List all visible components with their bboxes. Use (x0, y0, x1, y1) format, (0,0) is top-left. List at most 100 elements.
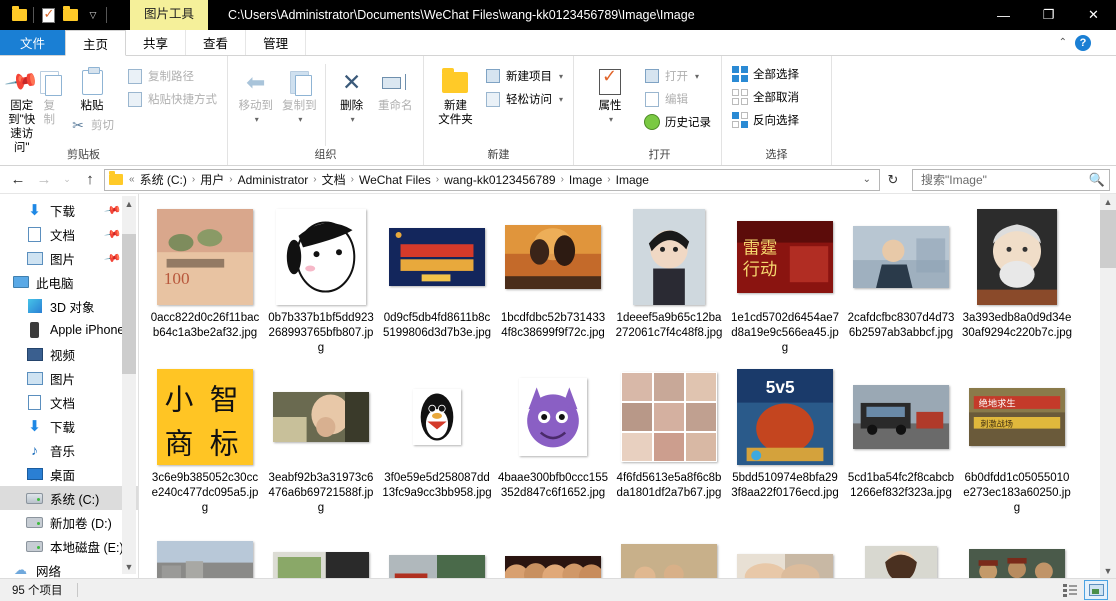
breadcrumb-item-5[interactable]: wang-kk0123456789 (441, 173, 558, 187)
sidebar-item-7[interactable]: 图片 (0, 366, 138, 390)
file-item[interactable]: 0d9cf5db4fd8611b8c5199806d3d7b3e.jpg (379, 204, 495, 364)
file-item[interactable]: 5v5 5bdd510974e8bfa293f8aa22f0176ecd.jpg (727, 364, 843, 524)
select-none-button[interactable]: 全部取消 (728, 87, 803, 107)
help-icon[interactable]: ? (1075, 34, 1091, 51)
qat-properties-icon[interactable] (37, 4, 59, 26)
paste-shortcut-button[interactable]: 粘贴快捷方式 (123, 89, 221, 109)
up-button[interactable]: ↑ (78, 168, 102, 192)
file-scroll-thumb[interactable] (1100, 210, 1116, 268)
breadcrumb-item-7[interactable]: Image (613, 173, 652, 187)
file-scroll-up-icon[interactable]: ▲ (1100, 194, 1116, 210)
maximize-button[interactable]: ❐ (1026, 0, 1071, 30)
file-item[interactable]: 4baae300bfb0ccc155352d847c6f1652.jpg (495, 364, 611, 524)
sidebar-item-15[interactable]: ☁ 网络 (0, 558, 138, 579)
breadcrumb-item-3[interactable]: 文档 (319, 171, 349, 188)
file-scroll-down-icon[interactable]: ▼ (1100, 563, 1116, 579)
pin-to-quick-access-button[interactable]: 📌 固定到"快速访问" (4, 60, 41, 155)
breadcrumb-sep-3[interactable]: › (349, 174, 356, 185)
search-input[interactable] (921, 172, 1089, 187)
file-item[interactable]: 2cafdcfbc8307d4d736b2597ab3abbcf.jpg (843, 204, 959, 364)
file-item[interactable]: 3f0e59e5d258087dd13fc9a9cc3bb958.jpg (379, 364, 495, 524)
breadcrumb-item-6[interactable]: Image (566, 173, 605, 187)
collapse-ribbon-icon[interactable]: ⌃ (1059, 37, 1067, 48)
file-item[interactable] (727, 524, 843, 579)
file-item[interactable] (959, 524, 1075, 579)
rename-button[interactable]: 重命名 (373, 60, 417, 113)
invert-selection-button[interactable]: 反向选择 (728, 110, 803, 130)
file-item[interactable] (379, 524, 495, 579)
tab-manage[interactable]: 管理 (246, 30, 307, 55)
search-icon[interactable]: 🔍 (1089, 172, 1105, 188)
file-item[interactable]: 0b7b337b1bf5dd923268993765bfb807.jpg (263, 204, 379, 364)
tab-file[interactable]: 文件 (0, 30, 66, 55)
sidebar-item-3[interactable]: 此电脑 (0, 270, 138, 294)
sidebar-scroll-down-icon[interactable]: ▼ (122, 559, 136, 574)
file-item[interactable] (843, 524, 959, 579)
sidebar-item-10[interactable]: ♪ 音乐 (0, 438, 138, 462)
pin-icon[interactable]: 📌 (104, 201, 123, 220)
file-list-scrollbar[interactable]: ▲ ▼ (1100, 194, 1116, 579)
close-button[interactable]: ✕ (1071, 0, 1116, 30)
qat-folder-icon[interactable] (8, 4, 30, 26)
move-to-button[interactable]: ⬅ 移动到 ▾ (234, 60, 278, 127)
file-item[interactable] (495, 524, 611, 579)
minimize-button[interactable]: — (981, 0, 1026, 30)
sidebar-item-6[interactable]: 视频 (0, 342, 138, 366)
copy-to-caret-icon[interactable]: ▾ (298, 113, 302, 127)
file-list-pane[interactable]: 100 0acc822d0c26f11bacb64c1a3be2af32.jpg 0… (138, 194, 1116, 579)
file-item[interactable]: 1deeef5a9b65c12ba272061c7f4c48f8.jpg (611, 204, 727, 364)
forward-button[interactable]: → (32, 168, 56, 192)
select-all-button[interactable]: 全部选择 (728, 64, 803, 84)
pin-icon[interactable]: 📌 (104, 249, 123, 268)
easy-access-caret-icon[interactable]: ▾ (559, 95, 563, 104)
copy-button[interactable]: 复制 (37, 60, 62, 127)
breadcrumb-sep-0[interactable]: › (190, 174, 197, 185)
qat-customize-chevron-icon[interactable]: ▽ (81, 4, 103, 26)
breadcrumb-item-4[interactable]: WeChat Files (356, 173, 434, 187)
sidebar-item-13[interactable]: 新加卷 (D:) (0, 510, 138, 534)
breadcrumb-item-0[interactable]: 系统 (C:) (137, 171, 190, 188)
sidebar-item-2[interactable]: 图片 📌 (0, 246, 138, 270)
paste-button[interactable]: 粘贴 (61, 60, 123, 115)
sidebar-scroll-thumb[interactable] (122, 234, 136, 374)
file-item[interactable] (147, 524, 263, 579)
properties-caret-icon[interactable]: ▾ (609, 113, 613, 127)
back-button[interactable]: ← (6, 168, 30, 192)
copy-to-button[interactable]: 复制到 ▾ (278, 60, 322, 127)
recent-locations-button[interactable]: ⌄ (58, 168, 76, 192)
easy-access-button[interactable]: 轻松访问 ▾ (481, 89, 567, 109)
history-button[interactable]: 历史记录 (640, 112, 715, 132)
new-item-button[interactable]: 新建项目 ▾ (481, 66, 567, 86)
properties-button[interactable]: 属性 ▾ (580, 60, 640, 127)
new-folder-button[interactable]: 新建 文件夹 (430, 60, 481, 127)
open-button[interactable]: 打开 ▾ (640, 66, 715, 86)
breadcrumb-sep-2[interactable]: › (311, 174, 318, 185)
file-item[interactable]: 3a393edb8a0d9d34e30af9294c220b7c.jpg (959, 204, 1075, 364)
tab-share[interactable]: 共享 (126, 30, 187, 55)
new-item-caret-icon[interactable]: ▾ (559, 72, 563, 81)
sidebar-item-9[interactable]: ⬇ 下载 (0, 414, 138, 438)
move-to-caret-icon[interactable]: ▾ (255, 113, 259, 127)
copy-path-button[interactable]: 复制路径 (123, 66, 221, 86)
sidebar-item-8[interactable]: 文档 (0, 390, 138, 414)
breadcrumb-dropdown-icon[interactable]: ⌄ (857, 174, 877, 185)
delete-caret-icon[interactable]: ▾ (351, 113, 355, 127)
file-item[interactable]: 绝地求生 刺激战场 6b0dfdd1c05055010e273ec183a60250… (959, 364, 1075, 524)
breadcrumb-sep-4[interactable]: › (434, 174, 441, 185)
refresh-button[interactable]: ↻ (882, 172, 904, 188)
tab-home[interactable]: 主页 (65, 30, 127, 56)
qat-new-folder-icon[interactable] (59, 4, 81, 26)
sidebar-item-12[interactable]: 系统 (C:) (0, 486, 138, 510)
breadcrumb-sep-6[interactable]: › (605, 174, 612, 185)
cut-button[interactable]: ✂ 剪切 (66, 115, 118, 135)
breadcrumb-item-1[interactable]: 用户 (197, 171, 227, 188)
tab-view[interactable]: 查看 (186, 30, 247, 55)
file-item[interactable]: 100 0acc822d0c26f11bacb64c1a3be2af32.jpg (147, 204, 263, 364)
sidebar-item-4[interactable]: 3D 对象 (0, 294, 138, 318)
file-item[interactable]: 4f6fd5613e5a8f6c8bda1801df2a7b67.jpg (611, 364, 727, 524)
file-item[interactable]: 3eabf92b3a31973c6476a6b69721588f.jpg (263, 364, 379, 524)
delete-button[interactable]: ✕ 删除 ▾ (330, 60, 374, 127)
edit-button[interactable]: 编辑 (640, 89, 715, 109)
sidebar-scrollbar[interactable]: ▲ ▼ (122, 196, 136, 574)
large-icons-view-button[interactable] (1084, 580, 1108, 600)
